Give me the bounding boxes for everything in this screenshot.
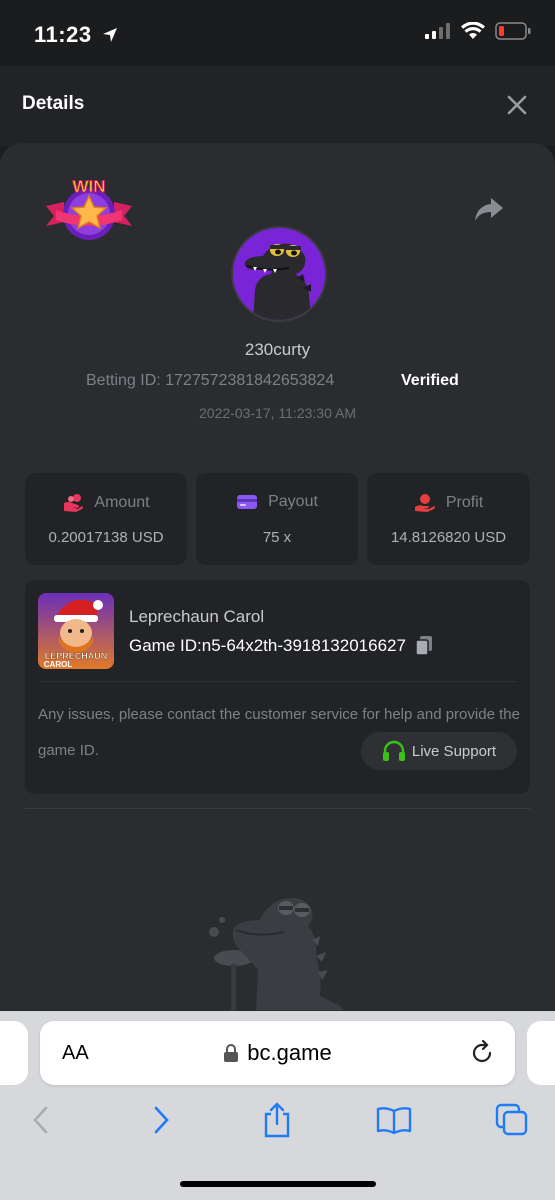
share-icon [264,1102,290,1138]
tabs-button[interactable] [492,1100,532,1140]
tabs-icon [495,1103,528,1136]
amount-label-text: Amount [94,494,150,511]
location-arrow-icon [103,28,118,42]
game-name[interactable]: Leprechaun Carol [129,607,264,627]
stat-payout-label: Payout [196,493,358,511]
stat-amount-value: 0.20017138 USD [48,529,164,546]
avatar [231,226,327,322]
game-thumbnail[interactable]: LEPRECHAUN CAROL [38,593,114,669]
payout-label-text: Payout [268,493,318,510]
stat-payout-value: 75 x [262,529,292,546]
share-button[interactable] [257,1100,297,1140]
game-id-row: Game ID:n5-64x2th-3918132016627 [129,635,434,657]
username: 230curty [244,340,311,359]
stat-profit: Profit 14.8126820 USD [367,473,530,565]
back-button[interactable] [21,1100,61,1140]
bookmarks-button[interactable] [374,1100,414,1140]
previous-tab-preview[interactable] [0,1021,28,1085]
section-divider [25,808,530,809]
live-support-button[interactable]: Live Support [361,732,517,770]
next-tab-preview[interactable] [527,1021,555,1085]
stat-profit-value: 14.8126820 USD [390,529,507,546]
wifi-icon [461,22,485,39]
game-id-text: Game ID:n5-64x2th-3918132016627 [129,636,406,656]
profit-hand-coin-icon [414,494,435,512]
thumb-title-line2: CAROL [44,660,73,669]
battery-low-icon [495,22,531,40]
domain-text: bc.game [247,1040,332,1065]
share-arrow-icon[interactable] [474,196,504,222]
live-support-label: Live Support [411,742,497,760]
betting-id-value: 1727572381842653824 [165,372,335,389]
crocodile-mascot-icon [209,898,344,1010]
cellular-signal-icon [425,23,450,39]
win-badge-icon: WIN [46,177,132,240]
crocodile-avatar-icon [233,228,325,320]
stat-amount-label: Amount [25,493,187,513]
amount-coins-icon [64,494,84,512]
chevron-right-icon [154,1106,169,1134]
stat-payout: Payout 75 x [196,473,358,565]
headset-icon [382,740,405,761]
game-id-value: n5-64x2th-3918132016627 [201,636,406,655]
status-icons [425,22,531,40]
book-icon [376,1107,412,1134]
game-info-panel: LEPRECHAUN CAROL Leprechaun Carol Game I… [25,580,530,794]
game-id-label: Game ID: [129,636,202,655]
close-icon[interactable] [504,92,530,118]
chevron-left-icon [33,1106,48,1134]
payout-card-icon [237,495,258,509]
reload-icon[interactable] [469,1040,495,1066]
home-indicator [180,1181,376,1187]
address-bar[interactable]: AA bc.game [40,1021,515,1085]
lock-icon [224,1044,239,1062]
copy-icon[interactable] [414,635,434,657]
stat-amount: Amount 0.20017138 USD [25,473,187,565]
page-title: Details [22,93,85,114]
url-display[interactable]: bc.game [40,1040,515,1066]
bet-datetime: 2022-03-17, 11:23:30 AM [199,405,356,421]
win-badge-text: WIN [72,177,105,196]
status-bar: 11:23 [0,0,555,66]
verified-badge: Verified [401,372,459,389]
profit-label-text: Profit [445,494,484,511]
leprechaun-game-image: LEPRECHAUN CAROL [38,593,114,669]
betting-id: Betting ID: 1727572381842653824 [86,372,334,390]
stat-profit-label: Profit [367,493,530,513]
status-time: 11:23 [34,22,119,48]
betting-id-label: Betting ID: [86,372,161,389]
game-panel-divider [38,681,517,682]
forward-button[interactable] [141,1100,181,1140]
time-label: 11:23 [34,22,92,47]
